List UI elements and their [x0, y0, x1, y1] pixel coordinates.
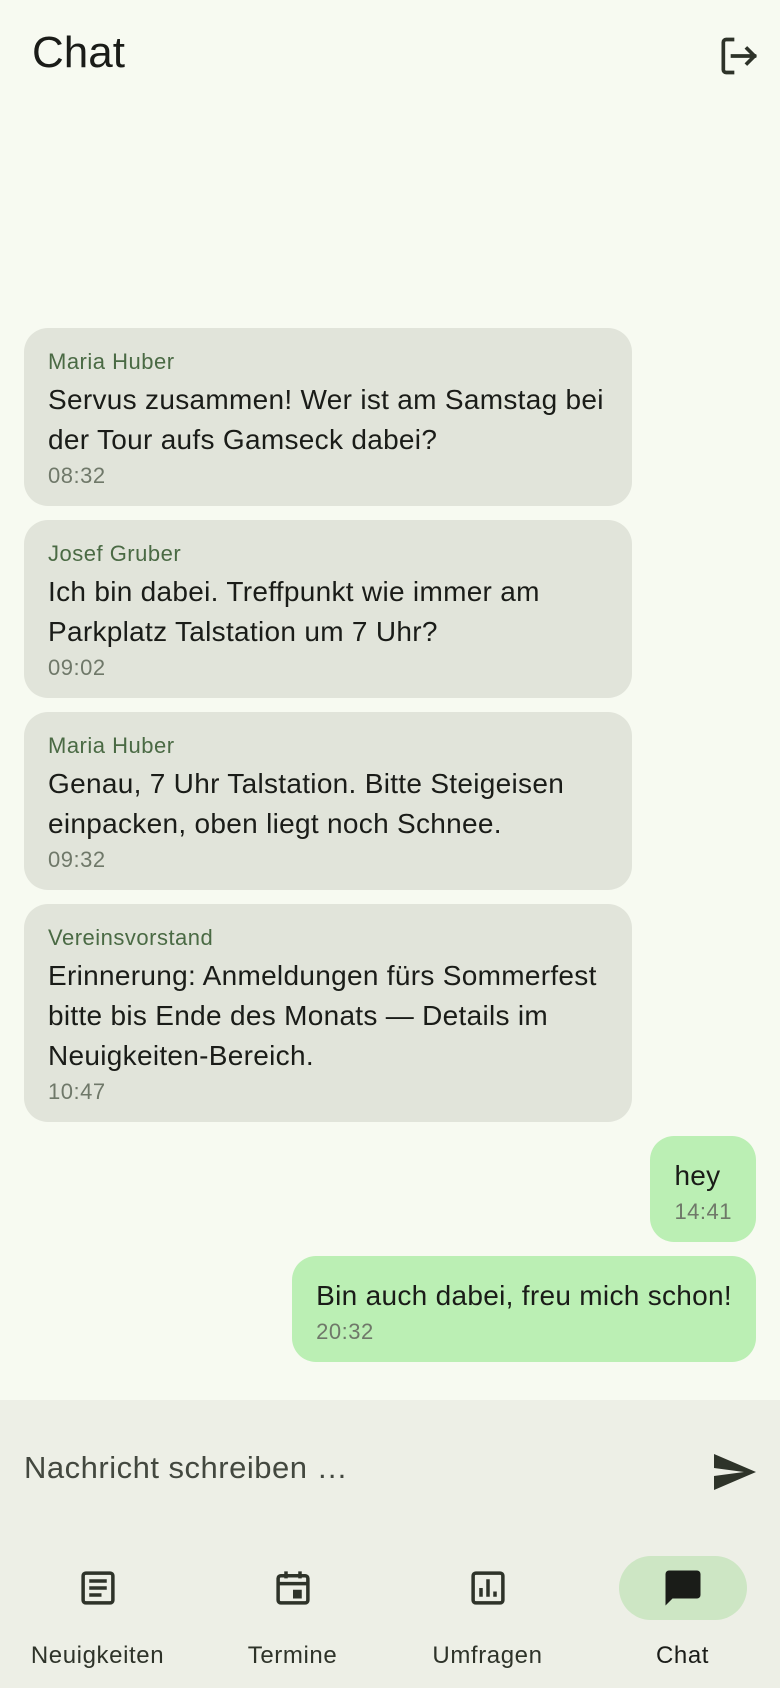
poll-icon [471, 1571, 505, 1605]
page-title: Chat [32, 28, 125, 77]
message-time: 09:02 [48, 655, 106, 680]
message-bubble: Vereinsvorstand Erinnerung: Anmeldungen … [24, 904, 632, 1122]
nav-label: Chat [655, 1642, 710, 1669]
message-author: Maria Huber [48, 733, 175, 758]
message-bubble: Maria Huber Servus zusammen! Wer ist am … [24, 328, 632, 506]
send-icon [714, 1454, 756, 1490]
message-bubble: Maria Huber Genau, 7 Uhr Talstation. Bit… [24, 712, 632, 890]
app-bar: Chat [0, 0, 780, 112]
nav-label: Umfragen [432, 1642, 543, 1669]
message-author: Josef Gruber [48, 541, 182, 566]
calendar-icon [276, 1571, 310, 1605]
message-time: 14:41 [674, 1199, 732, 1224]
logout-button[interactable] [712, 30, 764, 82]
bottom-navigation: Neuigkeiten Termine Umfragen Chat [0, 1536, 780, 1688]
message-author: Maria Huber [48, 349, 175, 374]
message-text: Servus zusammen! Wer ist am Samstag bei … [48, 384, 604, 455]
nav-item-termine[interactable]: Termine [195, 1536, 390, 1688]
nav-label: Neuigkeiten [30, 1642, 165, 1669]
message-list[interactable]: Maria Huber Servus zusammen! Wer ist am … [0, 112, 780, 1400]
message-text: Ich bin dabei. Treffpunkt wie immer am P… [48, 576, 540, 647]
message-text: Genau, 7 Uhr Talstation. Bitte Steigeise… [48, 768, 565, 839]
chat-icon [665, 1570, 701, 1606]
message-text: Erinnerung: Anmeldungen fürs Sommerfest … [48, 960, 597, 1071]
message-input[interactable] [24, 1442, 684, 1494]
message-time: 09:32 [48, 847, 106, 872]
send-button[interactable] [706, 1444, 762, 1500]
nav-item-neuigkeiten[interactable]: Neuigkeiten [0, 1536, 195, 1688]
message-time: 20:32 [316, 1319, 374, 1344]
nav-item-umfragen[interactable]: Umfragen [390, 1536, 585, 1688]
message-text: hey [674, 1160, 721, 1191]
message-time: 10:47 [48, 1079, 106, 1104]
active-indicator [619, 1556, 747, 1620]
article-icon [81, 1571, 115, 1605]
message-time: 08:32 [48, 463, 106, 488]
message-bubble: Josef Gruber Ich bin dabei. Treffpunkt w… [24, 520, 632, 698]
own-message-bubble: hey 14:41 [650, 1136, 756, 1242]
nav-item-chat[interactable]: Chat [585, 1536, 780, 1688]
logout-icon [721, 37, 758, 75]
message-author: Vereinsvorstand [48, 925, 214, 950]
own-message-bubble: Bin auch dabei, freu mich schon! 20:32 [292, 1256, 756, 1362]
message-text: Bin auch dabei, freu mich schon! [316, 1280, 732, 1311]
message-composer [0, 1400, 780, 1536]
nav-label: Termine [247, 1642, 338, 1669]
